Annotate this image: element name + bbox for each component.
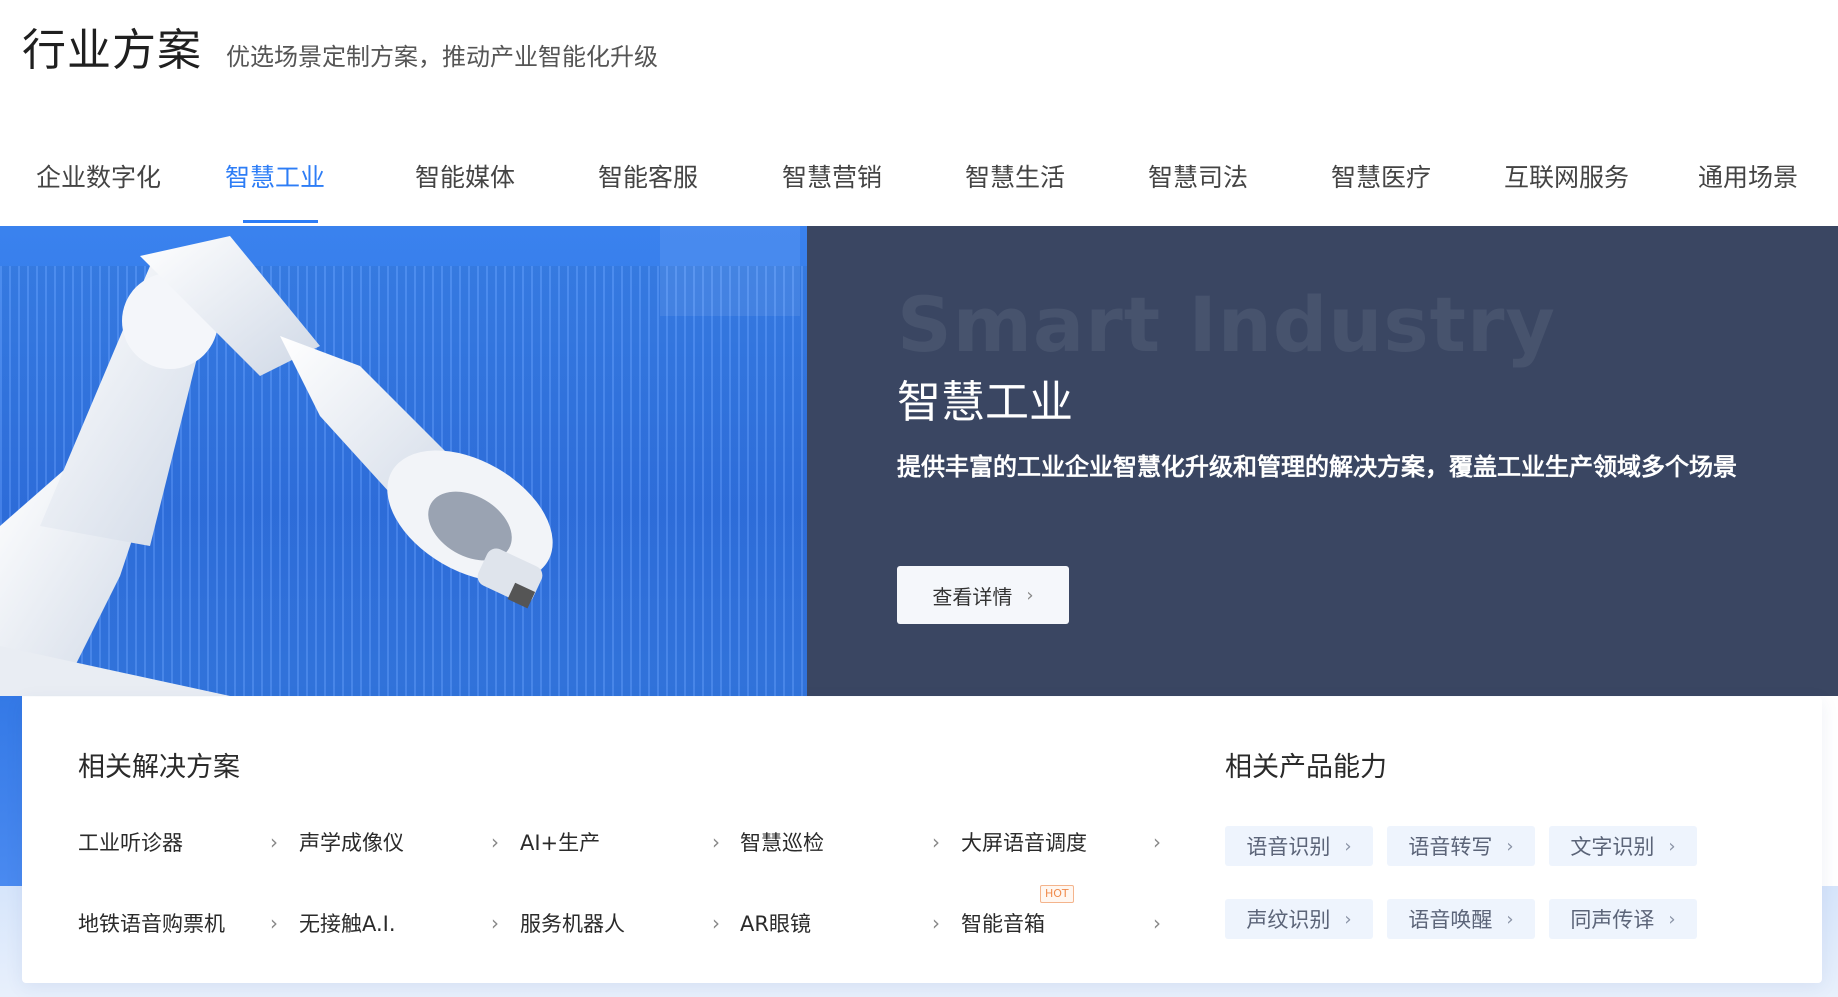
product-label: 语音唤醒 bbox=[1408, 908, 1493, 932]
industry-tabbar: 企业数字化 智慧工业 智能媒体 智能客服 智慧营销 智慧生活 智慧司法 智慧医疗… bbox=[0, 148, 1838, 228]
solution-label: 智慧巡检 bbox=[740, 831, 824, 855]
solution-label: 大屏语音调度 bbox=[961, 831, 1087, 855]
solution-item-metro-voice-ticketing[interactable]: 地铁语音购票机 › bbox=[78, 905, 278, 941]
page-title: 行业方案 bbox=[22, 25, 202, 76]
chevron-right-icon: › bbox=[491, 830, 499, 854]
product-tag-speech-transcription[interactable]: 语音转写 › bbox=[1387, 826, 1535, 866]
hero-title: 智慧工业 bbox=[897, 377, 1073, 428]
solution-item-smart-inspection[interactable]: 智慧巡检 › bbox=[740, 824, 940, 860]
solution-item-ar-glasses[interactable]: AR眼镜 › bbox=[740, 905, 940, 941]
product-label: 同声传译 bbox=[1570, 908, 1655, 932]
solution-item-ai-production[interactable]: AI+生产 › bbox=[520, 824, 720, 860]
tab-smart-industry[interactable]: 智慧工业 bbox=[225, 158, 325, 194]
chevron-right-icon: › bbox=[712, 830, 720, 854]
active-tab-indicator bbox=[243, 220, 318, 223]
related-products-title: 相关产品能力 bbox=[1225, 752, 1387, 783]
product-tag-voice-wakeup[interactable]: 语音唤醒 › bbox=[1387, 899, 1535, 939]
chevron-right-icon: › bbox=[1153, 830, 1161, 854]
chevron-right-icon: › bbox=[270, 911, 278, 935]
chevron-right-icon: › bbox=[491, 911, 499, 935]
related-panel: 相关解决方案 工业听诊器 › 声学成像仪 › AI+生产 › 智慧巡检 › 大屏… bbox=[22, 697, 1822, 983]
hero-image-overflow bbox=[0, 696, 22, 886]
hero-info-panel: Smart Industry 智慧工业 提供丰富的工业企业智慧化升级和管理的解决… bbox=[807, 226, 1838, 696]
solution-label: 地铁语音购票机 bbox=[78, 912, 225, 936]
view-details-button[interactable]: 查看详情 › bbox=[897, 566, 1069, 624]
product-label: 文字识别 bbox=[1570, 835, 1655, 859]
tab-smart-justice[interactable]: 智慧司法 bbox=[1148, 158, 1248, 194]
hero-english-title: Smart Industry bbox=[897, 280, 1556, 369]
hot-badge: HOT bbox=[1040, 885, 1074, 903]
solution-item-service-robot[interactable]: 服务机器人 › bbox=[520, 905, 720, 941]
solution-item-contactless-ai[interactable]: 无接触A.I. › bbox=[299, 905, 499, 941]
product-tag-voiceprint-recognition[interactable]: 声纹识别 › bbox=[1225, 899, 1373, 939]
solution-label: 工业听诊器 bbox=[78, 831, 183, 855]
page-subtitle: 优选场景定制方案，推动产业智能化升级 bbox=[226, 43, 658, 71]
tab-general-scenarios[interactable]: 通用场景 bbox=[1698, 158, 1798, 194]
solution-item-acoustic-imager[interactable]: 声学成像仪 › bbox=[299, 824, 499, 860]
robot-arm-illustration bbox=[0, 236, 553, 696]
chevron-right-icon: › bbox=[1344, 835, 1352, 857]
chevron-right-icon: › bbox=[270, 830, 278, 854]
tab-smart-life[interactable]: 智慧生活 bbox=[965, 158, 1065, 194]
solution-item-industrial-stethoscope[interactable]: 工业听诊器 › bbox=[78, 824, 278, 860]
chevron-right-icon: › bbox=[1668, 908, 1676, 930]
solution-label: 服务机器人 bbox=[520, 912, 625, 936]
product-label: 语音转写 bbox=[1408, 835, 1493, 859]
chevron-right-icon: › bbox=[1668, 835, 1676, 857]
solution-label: 无接触A.I. bbox=[299, 912, 396, 936]
tab-smart-media[interactable]: 智能媒体 bbox=[415, 158, 515, 194]
chevron-right-icon: › bbox=[1026, 584, 1034, 606]
tab-smart-medical[interactable]: 智慧医疗 bbox=[1331, 158, 1431, 194]
hero-description: 提供丰富的工业企业智慧化升级和管理的解决方案，覆盖工业生产领域多个场景 bbox=[897, 453, 1737, 481]
tab-internet-services[interactable]: 互联网服务 bbox=[1504, 158, 1629, 194]
hero-robot-image bbox=[0, 226, 807, 696]
solution-item-big-screen-voice-dispatch[interactable]: 大屏语音调度 › bbox=[961, 824, 1161, 860]
chevron-right-icon: › bbox=[932, 911, 940, 935]
product-label: 语音识别 bbox=[1246, 835, 1331, 859]
tab-smart-customer-service[interactable]: 智能客服 bbox=[598, 158, 698, 194]
chevron-right-icon: › bbox=[712, 911, 720, 935]
solution-label: AR眼镜 bbox=[740, 912, 811, 936]
solution-item-smart-speaker[interactable]: 智能音箱 › bbox=[961, 905, 1161, 941]
chevron-right-icon: › bbox=[1153, 911, 1161, 935]
product-tag-text-recognition[interactable]: 文字识别 › bbox=[1549, 826, 1697, 866]
solution-label: 智能音箱 bbox=[961, 912, 1045, 936]
hero-banner: Smart Industry 智慧工业 提供丰富的工业企业智慧化升级和管理的解决… bbox=[0, 226, 1838, 696]
page-header: 行业方案 优选场景定制方案，推动产业智能化升级 bbox=[22, 14, 658, 76]
product-tag-speech-recognition[interactable]: 语音识别 › bbox=[1225, 826, 1373, 866]
chevron-right-icon: › bbox=[1344, 908, 1352, 930]
solution-label: AI+生产 bbox=[520, 831, 601, 855]
view-details-label: 查看详情 bbox=[932, 584, 1013, 609]
product-tag-simultaneous-interpretation[interactable]: 同声传译 › bbox=[1549, 899, 1697, 939]
product-label: 声纹识别 bbox=[1246, 908, 1331, 932]
chevron-right-icon: › bbox=[1506, 908, 1514, 930]
tab-enterprise-digital[interactable]: 企业数字化 bbox=[36, 158, 161, 194]
related-solutions-title: 相关解决方案 bbox=[78, 752, 240, 783]
solution-label: 声学成像仪 bbox=[299, 831, 404, 855]
chevron-right-icon: › bbox=[1506, 835, 1514, 857]
tab-smart-marketing[interactable]: 智慧营销 bbox=[782, 158, 882, 194]
chevron-right-icon: › bbox=[932, 830, 940, 854]
